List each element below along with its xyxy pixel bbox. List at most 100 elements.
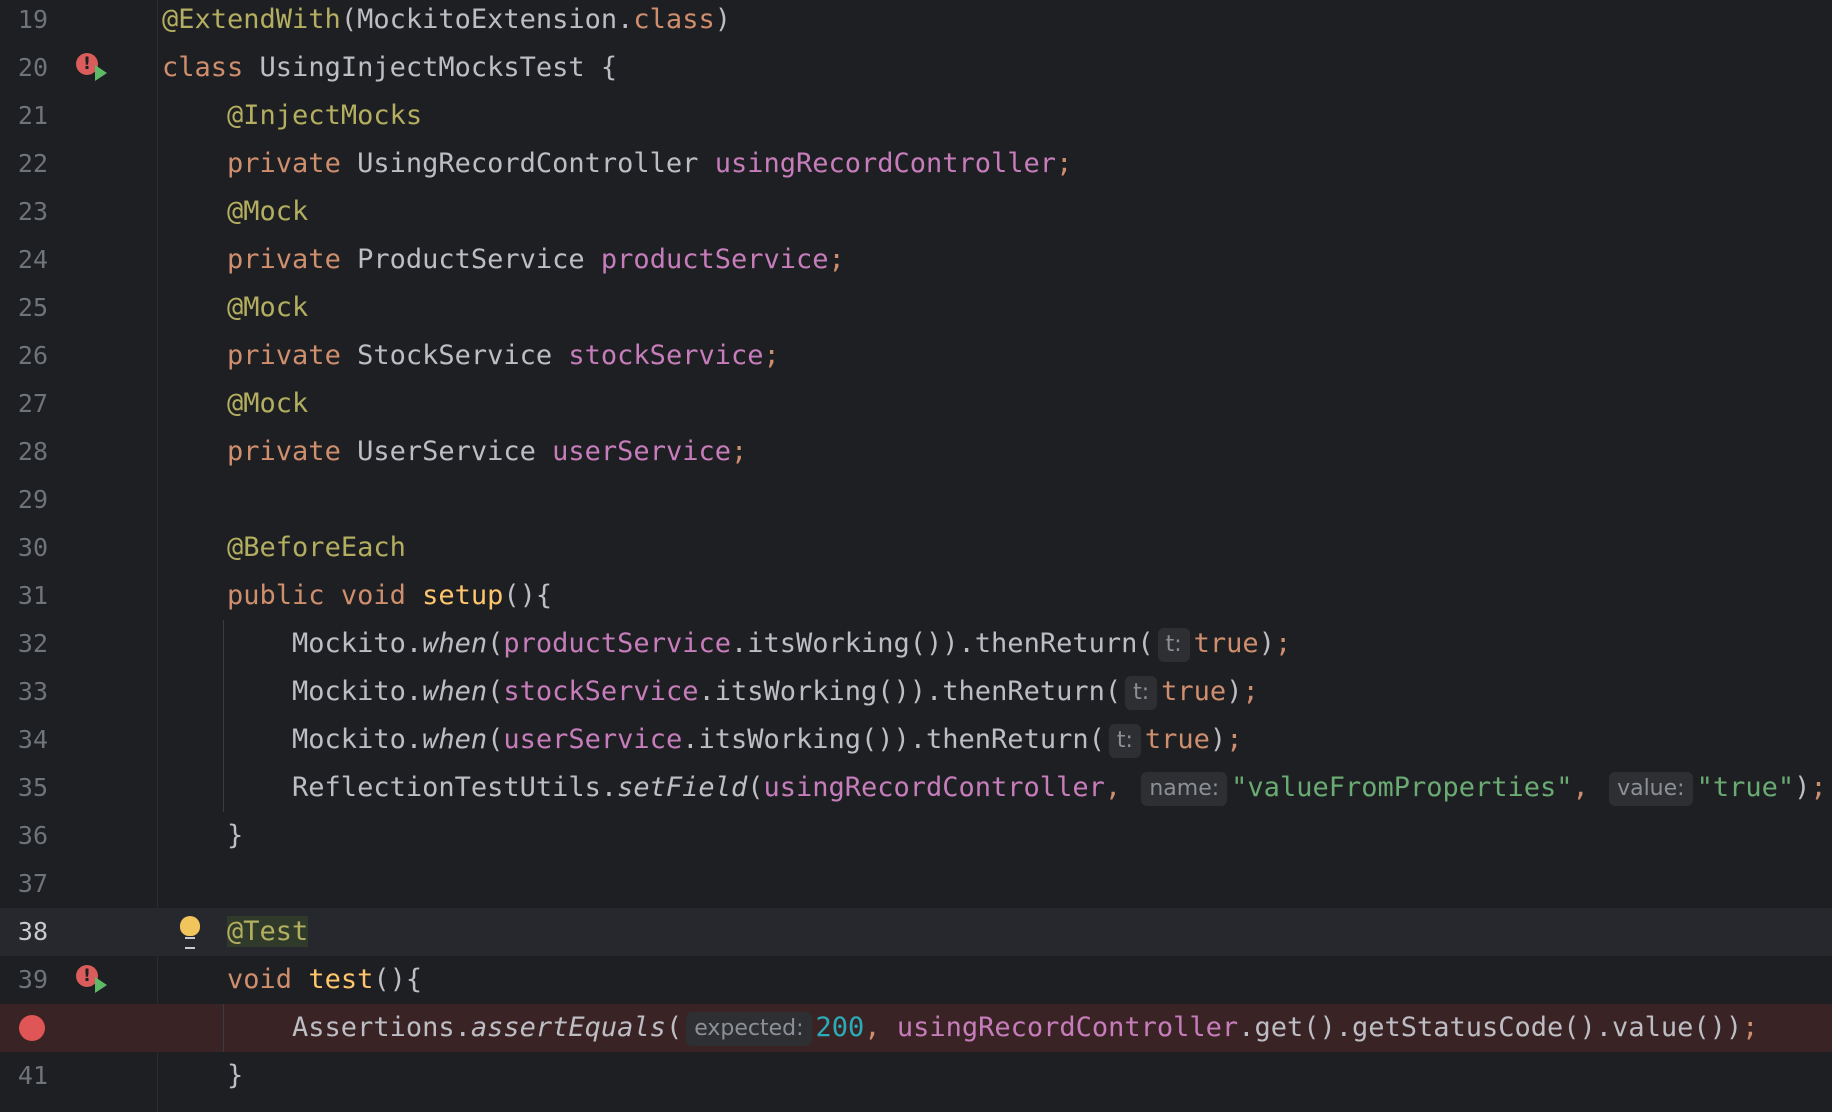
line-number[interactable]: 23 [0, 188, 48, 236]
code-line[interactable]: 20! class UsingInjectMocksTest { [0, 44, 1832, 92]
code-line[interactable]: 28 private UserService userService; [0, 428, 1832, 476]
line-number[interactable]: 35 [0, 764, 48, 812]
code-line[interactable]: 33 Mockito.when(stockService.itsWorking(… [0, 668, 1832, 716]
code-line[interactable]: 27 @Mock [0, 380, 1832, 428]
line-number[interactable]: 32 [0, 620, 48, 668]
line-number[interactable]: 33 [0, 668, 48, 716]
code-editor[interactable]: 19 @ExtendWith(MockitoExtension.class) 20!… [0, 0, 1832, 1112]
code-text[interactable]: @InjectMocks [162, 92, 422, 140]
code-text[interactable]: private UserService userService; [162, 428, 747, 476]
code-line[interactable]: 25 @Mock [0, 284, 1832, 332]
code-text[interactable]: } [162, 812, 243, 860]
code-token: UsingInjectMocksTest { [259, 52, 618, 83]
code-line[interactable]: 36 } [0, 812, 1832, 860]
line-number[interactable]: 28 [0, 428, 48, 476]
run-test-icon[interactable] [95, 65, 107, 81]
code-line[interactable]: 30 @BeforeEach [0, 524, 1832, 572]
code-token: (){ [373, 964, 423, 995]
code-token: assertEquals [470, 1012, 666, 1043]
code-token: private [227, 340, 358, 371]
code-text[interactable]: @ExtendWith(MockitoExtension.class) [162, 0, 731, 44]
line-number[interactable]: 29 [0, 476, 48, 524]
code-token: .itsWorking()).thenReturn( [698, 676, 1122, 707]
code-line[interactable]: 19 @ExtendWith(MockitoExtension.class) [0, 0, 1832, 44]
code-text[interactable]: Mockito.when(productService.itsWorking()… [162, 620, 1291, 668]
code-token: setField [617, 772, 748, 803]
code-token: class [633, 4, 715, 35]
code-token: Assertions. [162, 1012, 471, 1043]
code-token: private [227, 244, 358, 275]
code-line[interactable]: 24 private ProductService productService… [0, 236, 1832, 284]
code-line[interactable]: 31 public void setup(){ [0, 572, 1832, 620]
code-token: , [1572, 772, 1606, 803]
indent-guide-test [223, 1004, 224, 1052]
code-line[interactable]: 38 @Test [0, 908, 1832, 956]
code-token: when [422, 628, 488, 659]
code-token: ; [1242, 676, 1259, 707]
line-number[interactable]: 31 [0, 572, 48, 620]
line-number[interactable]: 27 [0, 380, 48, 428]
code-token: ) [1794, 772, 1811, 803]
code-text[interactable]: @Mock [162, 284, 308, 332]
code-token: stockService [503, 676, 699, 707]
code-line[interactable]: 21 @InjectMocks [0, 92, 1832, 140]
line-number[interactable]: 37 [0, 860, 48, 908]
code-text[interactable]: } [162, 1052, 243, 1100]
code-line[interactable]: 26 private StockService stockService; [0, 332, 1832, 380]
code-line[interactable]: Assertions.assertEquals(expected: 200, us… [0, 1004, 1832, 1052]
code-token: Mockito. [162, 628, 423, 659]
code-text[interactable]: private StockService stockService; [162, 332, 780, 380]
parameter-hint: value: [1609, 772, 1693, 806]
code-token: private [227, 148, 358, 179]
code-token: void [340, 580, 423, 611]
code-line[interactable]: 35 ReflectionTestUtils.setField(usingRec… [0, 764, 1832, 812]
code-text[interactable]: private ProductService productService; [162, 236, 845, 284]
code-token: ; [1810, 772, 1827, 803]
code-text[interactable]: @Mock [162, 188, 308, 236]
breakpoint-icon[interactable] [19, 1015, 45, 1041]
line-number[interactable]: 22 [0, 140, 48, 188]
line-number[interactable]: 24 [0, 236, 48, 284]
code-text[interactable]: @Mock [162, 380, 308, 428]
code-token: @Mock [227, 292, 309, 323]
code-token: 200 [815, 1012, 865, 1043]
code-text[interactable]: ReflectionTestUtils.setField(usingRecord… [162, 764, 1827, 812]
code-line[interactable]: 34 Mockito.when(userService.itsWorking()… [0, 716, 1832, 764]
line-number[interactable]: 41 [0, 1052, 48, 1100]
run-test-icon[interactable] [95, 977, 107, 993]
code-text[interactable]: private UsingRecordController usingRecor… [162, 140, 1072, 188]
code-text[interactable]: Mockito.when(stockService.itsWorking()).… [162, 668, 1259, 716]
line-number[interactable]: 34 [0, 716, 48, 764]
code-line[interactable]: 37 [0, 860, 1832, 908]
code-text[interactable]: Assertions.assertEquals(expected: 200, us… [162, 1004, 1758, 1052]
code-line[interactable]: 41 } [0, 1052, 1832, 1100]
line-number[interactable]: 38 [0, 908, 48, 956]
code-token: productService [503, 628, 731, 659]
code-text[interactable]: class UsingInjectMocksTest { [162, 44, 617, 92]
code-token: when [422, 676, 488, 707]
line-number[interactable]: 26 [0, 332, 48, 380]
line-number[interactable]: 21 [0, 92, 48, 140]
code-text[interactable]: Mockito.when(userService.itsWorking()).t… [162, 716, 1242, 764]
code-text[interactable]: @Test [162, 908, 309, 956]
code-text[interactable]: public void setup(){ [162, 572, 552, 620]
line-number[interactable]: 25 [0, 284, 48, 332]
code-token: .itsWorking()).thenReturn( [682, 724, 1105, 755]
code-line[interactable]: 39! void test(){ [0, 956, 1832, 1004]
line-number[interactable]: 39 [0, 956, 48, 1004]
line-number[interactable]: 20 [0, 44, 48, 92]
line-number[interactable]: 19 [0, 0, 48, 44]
code-text[interactable]: void test(){ [162, 956, 422, 1004]
line-number[interactable]: 30 [0, 524, 48, 572]
code-token: true [1144, 724, 1210, 755]
code-token: @Mock [227, 388, 309, 419]
code-token: ; [763, 340, 780, 371]
code-text[interactable]: @BeforeEach [162, 524, 406, 572]
line-number[interactable]: 36 [0, 812, 48, 860]
code-line[interactable]: 22 private UsingRecordController usingRe… [0, 140, 1832, 188]
code-line[interactable]: 29 [0, 476, 1832, 524]
code-line[interactable]: 32 Mockito.when(productService.itsWorkin… [0, 620, 1832, 668]
code-line[interactable]: 23 @Mock [0, 188, 1832, 236]
